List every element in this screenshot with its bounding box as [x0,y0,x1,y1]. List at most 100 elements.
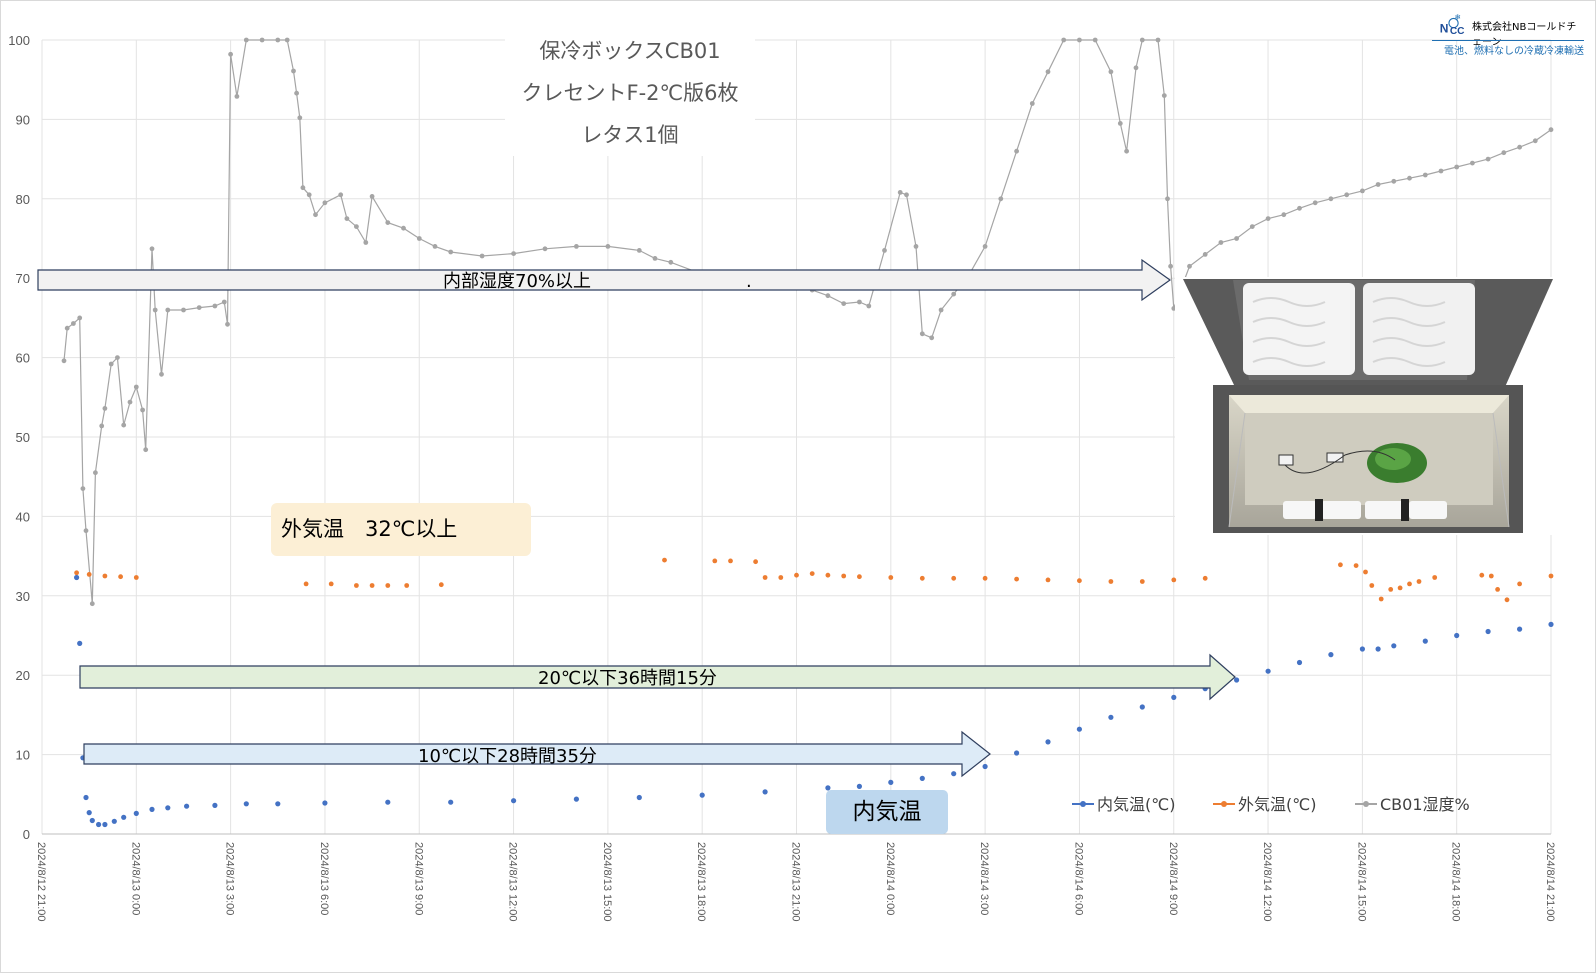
outer-point [303,581,309,587]
inner-point [1296,659,1303,666]
humidity-point [1108,69,1114,75]
humidity-point [71,321,76,326]
humidity-point [882,248,887,253]
title-line-1: 保冷ボックスCB01 [539,39,721,63]
humidity-point [284,37,290,43]
humidity-point [1124,148,1129,154]
humidity-point [102,406,108,411]
inner-point [165,805,171,811]
x-tick-label: 2024/8/14 12:00 [1261,842,1273,922]
x-tick-label: 2024/8/14 0:00 [884,842,896,915]
humidity-point [121,422,127,428]
humidity-point [904,192,909,198]
humidity-point [64,325,70,331]
inner-point [1375,646,1381,652]
outer-point [1397,585,1403,591]
humidity-point [1014,148,1019,154]
humidity-point [1485,156,1491,162]
outer-point [328,581,334,587]
inner-point [888,779,894,786]
outer-point [951,575,957,581]
humidity-point [99,423,105,429]
outer-point [794,572,799,578]
humidity-point [294,90,299,96]
x-tick-label: 2024/8/14 6:00 [1072,842,1084,915]
humidity-point [338,192,344,198]
outer-point [102,573,108,579]
series-inner-temp [74,574,1554,828]
humidity-point [1454,164,1460,170]
humidity-point [80,486,86,491]
outer-point [1171,577,1177,583]
legend-label-outer: 外気温(℃) [1238,795,1316,814]
humidity-point [259,37,265,43]
humidity-point [1328,196,1334,202]
outer-point [712,558,718,564]
y-tick-label: 80 [16,192,30,207]
humidity-point [354,224,359,230]
inner-point [102,821,108,828]
humidity-point [243,37,249,43]
inner-point [1014,750,1020,756]
logo-tagline: 電池、燃料なしの冷蔵冷凍輸送 [1432,40,1584,57]
humidity-point [93,470,98,476]
humidity-point [152,307,158,313]
humidity-point [1517,144,1522,150]
humidity-point [115,355,120,360]
humidity-point [913,244,919,249]
inner-point [243,801,249,807]
outer-point [825,572,831,578]
humidity-point [1234,236,1239,241]
inner-point [510,798,517,804]
humidity-point [1077,37,1082,43]
inner-point [1422,638,1428,644]
legend-item-outer: 外気温(℃) [1213,795,1316,814]
humidity-point [866,303,872,309]
outer-point [385,583,391,588]
humidity-point [857,299,862,305]
inner-point [1359,646,1365,652]
humidity-point [181,307,186,313]
humidity-point [275,37,281,43]
outer-point [809,571,815,576]
humidity-point [83,528,89,534]
title-line-3: レタス1個 [581,123,679,147]
humidity-point [369,194,375,199]
humidity-point [140,407,146,413]
svg-text:N: N [1440,21,1449,35]
humidity-point [1375,182,1381,187]
x-tick-label: 2024/8/13 12:00 [507,842,519,922]
humidity-point [1297,205,1302,211]
humidity-point [77,315,83,321]
humidity-point [143,447,149,453]
humidity-point [165,307,171,313]
inner-point [385,799,391,805]
y-tick-label: 60 [16,351,30,366]
x-tick-label: 2024/8/13 3:00 [224,842,236,915]
inner-point [1517,626,1523,632]
humidity-point [1117,121,1123,126]
inner-point [951,771,957,777]
outer-point [404,583,410,588]
humidity-point [89,601,95,607]
humidity-point [511,251,516,256]
humidity-point [1029,101,1035,106]
humidity-point [1161,93,1167,98]
outer-point [1495,587,1500,592]
humidity-point [1133,65,1139,71]
inner-point [184,803,190,809]
humidity-point [1061,37,1067,43]
outer-point [1108,579,1114,584]
inner-point [1328,652,1334,658]
humidity-point [982,244,988,249]
humidity-point [196,305,202,310]
inner-point [322,800,328,806]
legend-label-inner: 内気温(℃) [1097,795,1175,814]
outer-point [888,575,894,580]
outer-point [1479,572,1485,578]
outer-point [1517,581,1522,587]
humidity-point [1218,240,1224,245]
humidity-point [159,371,164,377]
outer-point [1369,583,1375,588]
inner-point [1108,714,1114,720]
